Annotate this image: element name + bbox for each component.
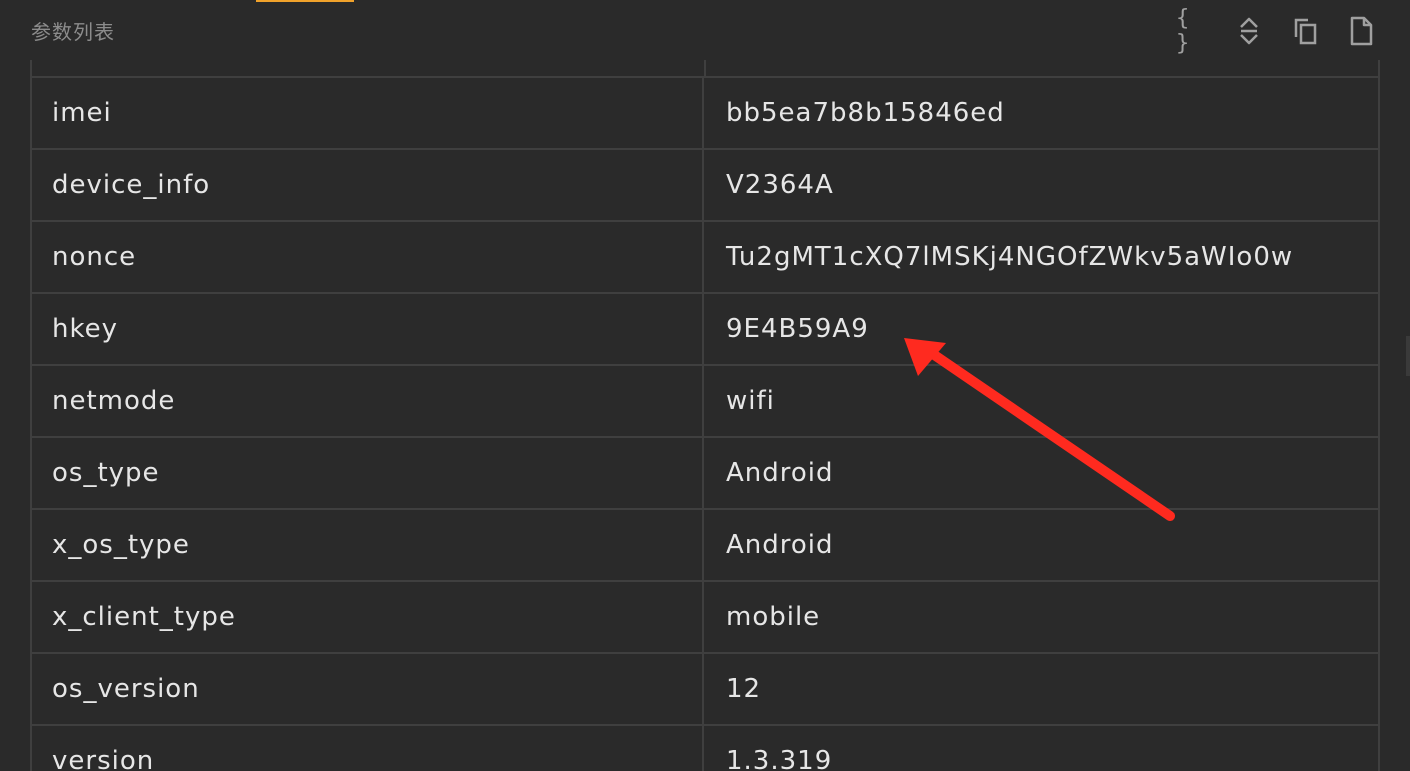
- table-row: version 1.3.319: [32, 724, 1378, 771]
- file-icon: [1350, 16, 1373, 46]
- param-key[interactable]: hkey: [32, 294, 704, 364]
- params-table: imei bb5ea7b8b15846ed device_info V2364A…: [30, 60, 1380, 771]
- table-row: os_version 12: [32, 652, 1378, 724]
- param-value[interactable]: mobile: [704, 582, 1378, 652]
- param-key[interactable]: x_client_type: [32, 582, 704, 652]
- param-value[interactable]: V2364A: [704, 150, 1378, 220]
- param-key[interactable]: imei: [32, 78, 704, 148]
- param-key[interactable]: version: [32, 726, 704, 771]
- table-row: netmode wifi: [32, 364, 1378, 436]
- panel-toolbar: { }: [1176, 6, 1378, 56]
- table-row: hkey 9E4B59A9: [32, 292, 1378, 364]
- params-panel: 参数列表 { } imei bb5ea7b8b15846ed device_in…: [0, 0, 1410, 771]
- column-divider-stub: [704, 60, 706, 76]
- param-key[interactable]: device_info: [32, 150, 704, 220]
- table-row: nonce Tu2gMT1cXQ7lMSKj4NGOfZWkv5aWIo0w: [32, 220, 1378, 292]
- param-key[interactable]: os_version: [32, 654, 704, 724]
- param-value[interactable]: 12: [704, 654, 1378, 724]
- table-row: os_type Android: [32, 436, 1378, 508]
- param-key[interactable]: netmode: [32, 366, 704, 436]
- param-value[interactable]: Android: [704, 438, 1378, 508]
- copy-button[interactable]: [1288, 14, 1322, 48]
- expand-collapse-icon: [1240, 17, 1258, 45]
- format-json-button[interactable]: { }: [1176, 6, 1210, 56]
- param-value[interactable]: bb5ea7b8b15846ed: [704, 78, 1378, 148]
- param-key[interactable]: os_type: [32, 438, 704, 508]
- file-button[interactable]: [1344, 14, 1378, 48]
- param-key[interactable]: nonce: [32, 222, 704, 292]
- param-value[interactable]: Android: [704, 510, 1378, 580]
- table-row: device_info V2364A: [32, 148, 1378, 220]
- param-value[interactable]: 1.3.319: [704, 726, 1378, 771]
- param-value[interactable]: wifi: [704, 366, 1378, 436]
- param-value[interactable]: Tu2gMT1cXQ7lMSKj4NGOfZWkv5aWIo0w: [704, 222, 1378, 292]
- table-row: x_os_type Android: [32, 508, 1378, 580]
- resize-handle[interactable]: [1406, 336, 1410, 376]
- copy-icon: [1294, 18, 1317, 45]
- param-key[interactable]: x_os_type: [32, 510, 704, 580]
- table-row: x_client_type mobile: [32, 580, 1378, 652]
- panel-header: 参数列表 { }: [0, 0, 1410, 62]
- braces-icon: { }: [1176, 6, 1193, 56]
- expand-collapse-button[interactable]: [1232, 14, 1266, 48]
- table-row: imei bb5ea7b8b15846ed: [32, 76, 1378, 148]
- param-value[interactable]: 9E4B59A9: [704, 294, 1378, 364]
- panel-title: 参数列表: [31, 20, 115, 44]
